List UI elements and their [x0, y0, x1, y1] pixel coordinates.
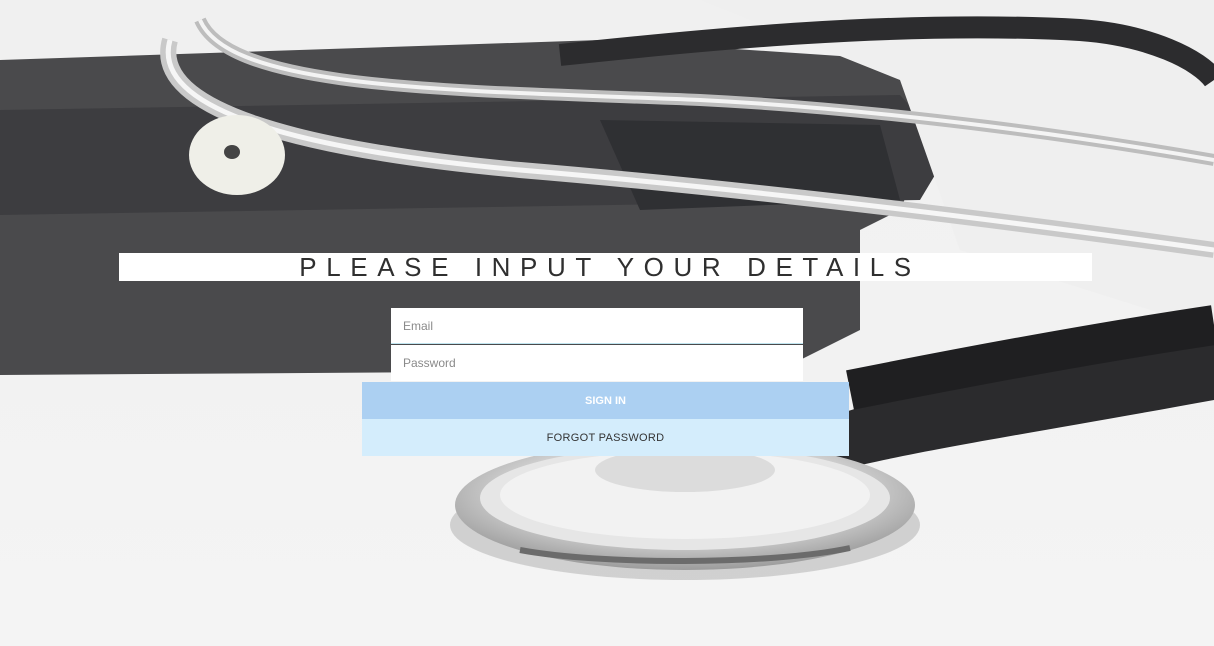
page-title: PLEASE INPUT YOUR DETAILS — [299, 252, 921, 282]
title-banner: PLEASE INPUT YOUR DETAILS — [119, 253, 1092, 281]
sign-in-button-label: SIGN IN — [585, 394, 626, 407]
forgot-password-button-label: FORGOT PASSWORD — [546, 431, 665, 444]
password-input[interactable] — [391, 345, 803, 381]
password-field-wrapper — [391, 345, 803, 381]
login-page: PLEASE INPUT YOUR DETAILS SIGN IN FORGOT… — [0, 0, 1214, 646]
sign-in-button[interactable]: SIGN IN — [362, 382, 849, 419]
email-field-wrapper — [391, 308, 803, 344]
email-input[interactable] — [391, 308, 803, 343]
forgot-password-button[interactable]: FORGOT PASSWORD — [362, 419, 849, 456]
